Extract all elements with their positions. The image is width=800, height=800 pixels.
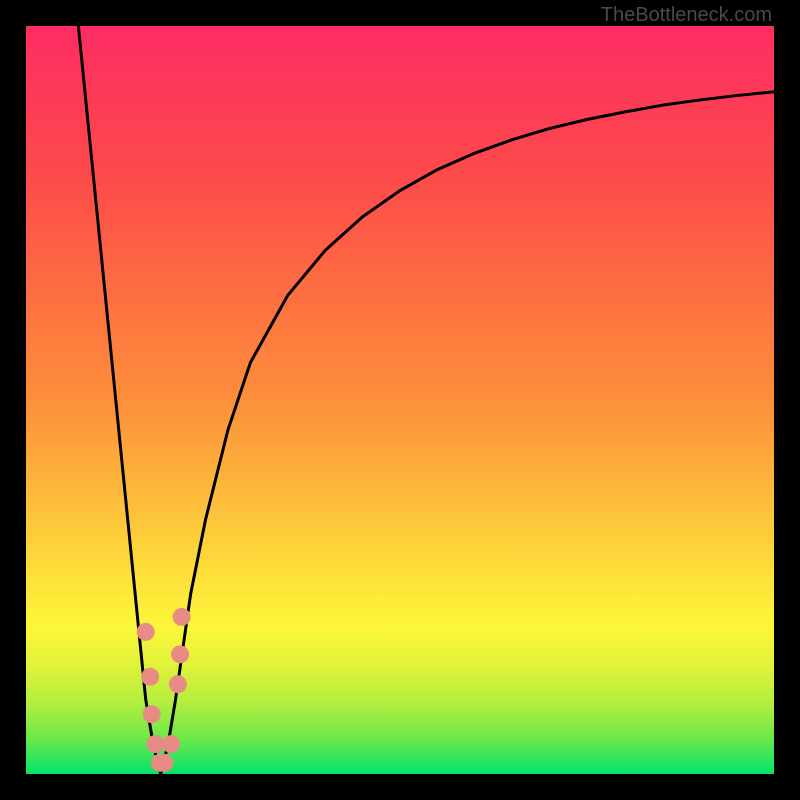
bottleneck-chart: TheBottleneck.com [0, 0, 800, 800]
chart-background [25, 25, 775, 775]
data-point [171, 645, 189, 663]
data-point [146, 735, 164, 753]
frame-left [0, 0, 26, 800]
data-point [162, 735, 180, 753]
frame-right [774, 0, 800, 800]
data-point [173, 608, 191, 626]
attribution-text: TheBottleneck.com [601, 4, 772, 26]
frame-bottom [0, 774, 800, 800]
data-point [143, 705, 161, 723]
data-point [155, 754, 173, 772]
data-point [141, 668, 159, 686]
data-point [169, 675, 187, 693]
chart-svg: TheBottleneck.com [0, 0, 800, 800]
data-point [137, 623, 155, 641]
